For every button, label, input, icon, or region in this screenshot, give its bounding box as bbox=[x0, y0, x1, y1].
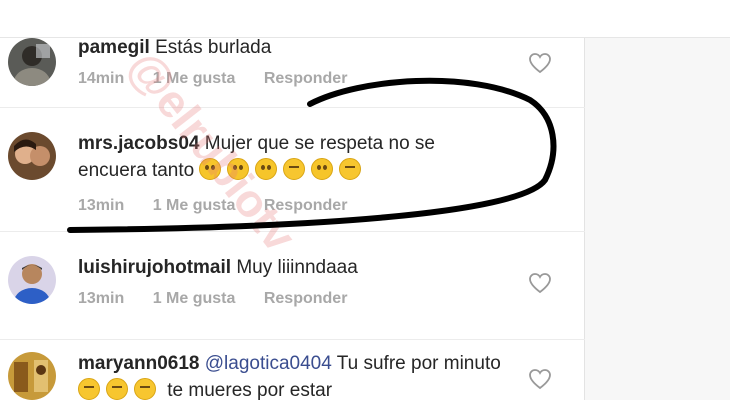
comment-body: por minuto bbox=[411, 353, 501, 374]
reply-link[interactable]: Responder bbox=[264, 70, 348, 87]
comment-item: luishirujohotmail Muy liiinndaaa 13min 1… bbox=[0, 232, 585, 340]
comment-item: pamegil Estás burlada 14min 1 Me gusta R… bbox=[0, 37, 585, 108]
face-with-tears-of-joy-icon bbox=[106, 378, 128, 400]
face-with-tears-of-joy-icon bbox=[78, 378, 100, 400]
grinning-face-icon bbox=[255, 158, 278, 180]
comment-time: 13min bbox=[78, 290, 125, 307]
likes-count[interactable]: 1 Me gusta bbox=[153, 70, 236, 87]
side-panel bbox=[585, 38, 730, 400]
user-photo-icon bbox=[8, 132, 56, 180]
comment-username[interactable]: pamegil bbox=[78, 37, 150, 58]
avatar[interactable] bbox=[8, 38, 56, 86]
heart-icon[interactable] bbox=[528, 272, 552, 294]
avatar[interactable] bbox=[8, 256, 56, 304]
likes-count[interactable]: 1 Me gusta bbox=[153, 197, 236, 214]
mention-link[interactable]: @lagotica0404 bbox=[205, 353, 332, 374]
comment-item: maryann0618 @lagotica0404 Tu sufre por m… bbox=[0, 340, 585, 400]
comment-username[interactable]: maryann0618 bbox=[78, 353, 199, 374]
avatar[interactable] bbox=[8, 132, 56, 180]
comment-body: Estás burlada bbox=[155, 37, 272, 58]
user-photo-icon bbox=[8, 352, 56, 400]
reply-link[interactable]: Responder bbox=[264, 290, 348, 307]
face-with-tears-of-joy-icon bbox=[283, 158, 306, 180]
comment-time: 14min bbox=[78, 70, 125, 87]
grinning-face-icon bbox=[227, 158, 250, 180]
grinning-face-icon bbox=[311, 158, 334, 180]
face-with-tears-of-joy-icon bbox=[339, 158, 362, 180]
heart-icon[interactable] bbox=[528, 52, 552, 74]
reply-link[interactable]: Responder bbox=[264, 197, 348, 214]
likes-count[interactable]: 1 Me gusta bbox=[153, 290, 236, 307]
comment-text: pamegil Estás burlada bbox=[78, 34, 508, 61]
comment-username[interactable]: mrs.jacobs04 bbox=[78, 133, 199, 154]
comment-text: maryann0618 @lagotica0404 Tu sufre por m… bbox=[78, 350, 508, 400]
comment-meta: 14min 1 Me gusta Responder bbox=[78, 70, 371, 88]
comment-meta: 13min 1 Me gusta Responder bbox=[78, 290, 371, 308]
comment-meta: 13min 1 Me gusta Responder bbox=[78, 197, 371, 215]
user-photo-icon bbox=[8, 38, 56, 86]
comment-time: 13min bbox=[78, 197, 125, 214]
comment-item: mrs.jacobs04 Mujer que se respeta no se … bbox=[0, 108, 585, 232]
heart-icon[interactable] bbox=[528, 368, 552, 390]
grinning-face-icon bbox=[199, 158, 222, 180]
comment-text: mrs.jacobs04 Mujer que se respeta no se … bbox=[78, 130, 508, 184]
comment-body: Muy liiinndaaa bbox=[236, 257, 358, 278]
face-with-tears-of-joy-icon bbox=[134, 378, 156, 400]
top-bar bbox=[0, 0, 730, 38]
comment-username[interactable]: luishirujohotmail bbox=[78, 257, 231, 278]
user-photo-icon bbox=[8, 256, 56, 304]
avatar[interactable] bbox=[8, 352, 56, 400]
comment-text: luishirujohotmail Muy liiinndaaa bbox=[78, 254, 508, 281]
comment-body: te mueres por estar bbox=[167, 380, 333, 400]
comment-body: Tu sufre bbox=[336, 353, 406, 374]
